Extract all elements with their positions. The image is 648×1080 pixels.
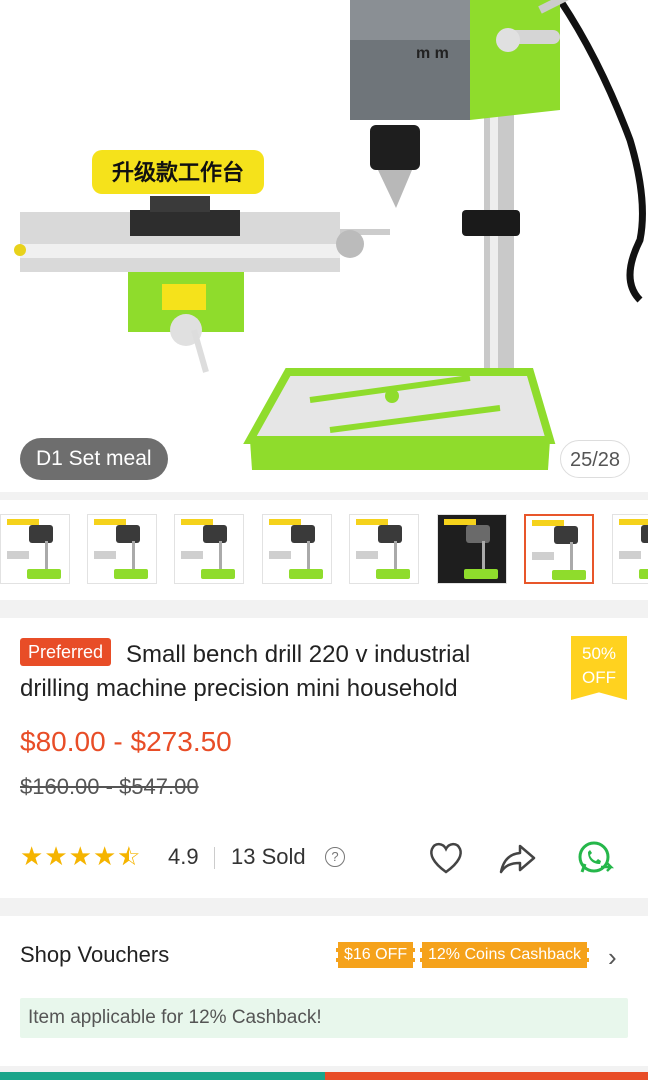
thumbnail-column <box>307 541 310 571</box>
thumbnail-8[interactable] <box>612 514 648 584</box>
thumbnail-drill <box>641 525 648 543</box>
thumbnail-table <box>269 551 291 559</box>
thumbnail-table <box>181 551 203 559</box>
share-icon[interactable] <box>498 838 538 878</box>
thumbnail-column <box>132 541 135 571</box>
product-image[interactable]: m m 升级款工作台 D1 Set meal 25/28 <box>0 0 648 492</box>
star-icon: ★ <box>68 841 92 871</box>
thumbnail-column <box>570 542 573 572</box>
thumbnail-drill <box>378 525 402 543</box>
drill-press-illustration: m m 升级款工作台 <box>14 0 646 470</box>
thumbnail-table <box>94 551 116 559</box>
sold-count: 13 Sold <box>231 844 306 869</box>
variant-label[interactable]: D1 Set meal <box>20 438 168 480</box>
thumbnail-base <box>552 570 586 580</box>
thumbnail-column <box>482 541 485 571</box>
heart-icon[interactable] <box>426 838 466 878</box>
thumbnail-drill <box>291 525 315 543</box>
bottom-bar-left <box>0 1072 325 1080</box>
star-icon: ★ <box>20 841 44 871</box>
thumbnail-2[interactable] <box>87 514 157 584</box>
price-range: $80.00 - $273.50 <box>20 726 232 757</box>
product-info: Small bench drill 220 v industrial drill… <box>0 618 648 898</box>
star-icon: ★ <box>44 841 68 871</box>
thumbnail-drill <box>29 525 53 543</box>
thumbnail-table <box>532 552 554 560</box>
half-star-icon: ☆ ★ <box>117 841 141 871</box>
thumbnail-6[interactable] <box>437 514 507 584</box>
whatsapp-icon[interactable] <box>574 838 614 878</box>
thumbnail-7-selected[interactable] <box>524 514 594 584</box>
thumbnail-drill <box>203 525 227 543</box>
discount-percent: 50% <box>581 644 617 663</box>
upgrade-workbench-label: 升级款工作台 <box>112 160 244 186</box>
discount-off: OFF <box>582 668 616 687</box>
rating-stars: ★ ★ ★ ★ ☆ ★ <box>20 842 141 870</box>
cashback-chip[interactable]: 12% Coins Cashback <box>420 942 589 968</box>
thumbnail-drill <box>554 526 578 544</box>
cashback-note: Item applicable for 12% Cashback! <box>20 998 628 1038</box>
thumbnail-base <box>114 569 148 579</box>
shop-vouchers-section[interactable]: Shop Vouchers $16 OFF 12% Coins Cashback… <box>0 916 648 1066</box>
star-icon: ★ <box>92 841 117 871</box>
thumbnail-3[interactable] <box>174 514 244 584</box>
thumbnail-base <box>376 569 410 579</box>
bottom-bar-right <box>325 1072 648 1080</box>
thumbnail-drill <box>466 525 490 543</box>
thumbnail-column <box>394 541 397 571</box>
chevron-right-icon[interactable]: › <box>608 944 617 970</box>
thumbnail-base <box>27 569 61 579</box>
thumbnail-table <box>356 551 378 559</box>
thumbnail-strip[interactable] <box>0 500 648 600</box>
thumbnail-4[interactable] <box>262 514 332 584</box>
thumbnail-table <box>7 551 29 559</box>
preferred-badge: Preferred <box>20 638 112 666</box>
thumbnail-column <box>45 541 48 571</box>
thumbnail-column <box>219 541 222 571</box>
divider <box>214 847 215 869</box>
thumbnail-5[interactable] <box>349 514 419 584</box>
original-price-range: $160.00 - $547.00 <box>20 774 199 799</box>
help-icon[interactable]: ? <box>325 847 345 867</box>
thumbnail-drill <box>116 525 140 543</box>
thumbnail-base <box>639 569 648 579</box>
svg-text:m m: m m <box>416 45 449 62</box>
rating-value: 4.9 <box>168 844 199 869</box>
thumbnail-base <box>464 569 498 579</box>
thumbnail-1[interactable] <box>0 514 70 584</box>
discount-flag: 50% OFF <box>571 636 627 700</box>
shop-vouchers-label: Shop Vouchers <box>20 942 170 967</box>
thumbnail-base <box>289 569 323 579</box>
voucher-chip[interactable]: $16 OFF <box>336 942 416 968</box>
bottom-accent-bar <box>0 1072 648 1080</box>
image-counter: 25/28 <box>560 440 630 478</box>
thumbnail-base <box>201 569 235 579</box>
thumbnail-table <box>619 551 641 559</box>
